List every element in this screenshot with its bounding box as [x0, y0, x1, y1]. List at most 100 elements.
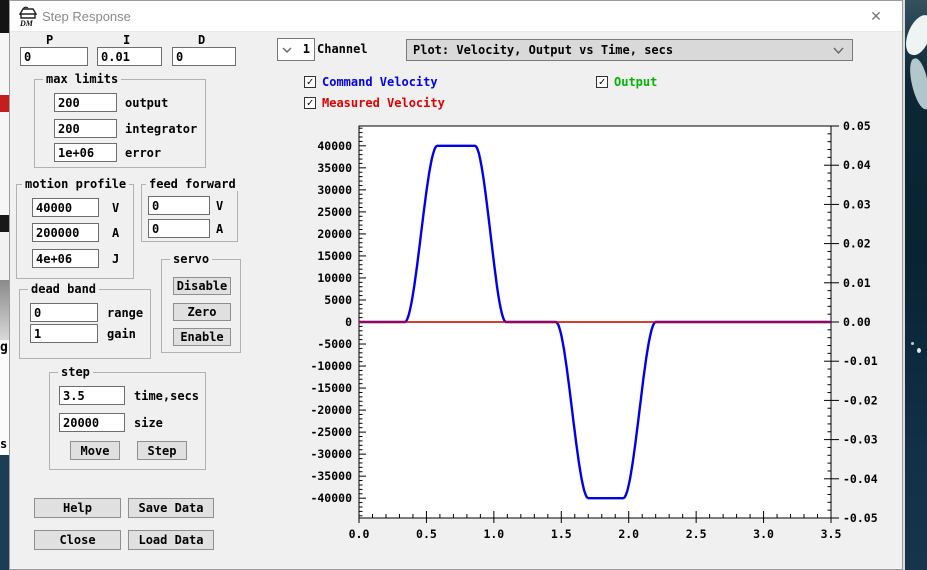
servo-title: servo: [170, 252, 212, 266]
y-left-tick-label: -5000: [317, 337, 352, 351]
dead-band-group: dead band range gain: [19, 289, 151, 359]
background-window-sliver: [0, 0, 9, 33]
window-title: Step Response: [42, 9, 131, 24]
deadband-range-input[interactable]: [30, 303, 98, 322]
max-limits-group: max limits output integrator error: [34, 79, 206, 168]
step-group: step time,secs size Move Step: [49, 372, 206, 470]
profile-v-label: V: [112, 201, 119, 215]
y-left-tick-label: 35000: [317, 161, 352, 175]
close-button[interactable]: Close: [34, 530, 121, 550]
y-right-tick-label: 0.03: [843, 197, 871, 211]
ff-a-input[interactable]: [148, 219, 210, 238]
y-right-tick-label: 0.00: [843, 315, 871, 329]
y-left-tick-label: -40000: [310, 491, 352, 505]
y-right-tick-label: 0.02: [843, 237, 871, 251]
x-tick-label: 0.0: [349, 527, 370, 541]
x-tick-label: 1.5: [551, 527, 572, 541]
help-button[interactable]: Help: [34, 498, 121, 518]
y-left-tick-label: -10000: [310, 359, 352, 373]
y-left-tick-label: 15000: [317, 249, 352, 263]
profile-j-input[interactable]: [32, 249, 99, 268]
y-left-tick-label: 40000: [317, 139, 352, 153]
y-left-tick-label: -35000: [310, 469, 352, 483]
servo-group: servo Disable Zero Enable: [161, 259, 241, 353]
background-window-sliver: [0, 112, 9, 215]
ff-v-input[interactable]: [148, 196, 210, 215]
servo-enable-button[interactable]: Enable: [173, 328, 231, 346]
output-checkbox[interactable]: ✓: [596, 76, 608, 88]
step-response-chart: -40000-35000-30000-25000-20000-15000-100…: [301, 116, 881, 546]
step-response-window: DM Step Response ✕ P I D max limits outp…: [9, 0, 903, 570]
max-error-label: error: [125, 146, 161, 160]
chevron-down-icon: [282, 47, 292, 54]
x-tick-label: 0.5: [416, 527, 437, 541]
x-tick-label: 1.0: [483, 527, 504, 541]
deadband-gain-label: gain: [107, 327, 136, 341]
y-left-tick-label: 25000: [317, 205, 352, 219]
x-tick-label: 2.5: [686, 527, 707, 541]
plot-type-select[interactable]: Plot: Velocity, Output vs Time, secs: [406, 39, 853, 61]
p-input[interactable]: [20, 47, 88, 66]
x-tick-label: 3.5: [821, 527, 842, 541]
y-right-tick-label: -0.04: [843, 472, 878, 486]
feed-forward-title: feed forward: [146, 177, 239, 191]
x-tick-label: 2.0: [618, 527, 639, 541]
y-right-tick-label: -0.02: [843, 393, 878, 407]
max-output-label: output: [125, 96, 168, 110]
i-input[interactable]: [97, 47, 162, 66]
desktop-wallpaper: [905, 0, 927, 570]
deadband-range-label: range: [107, 306, 143, 320]
y-right-tick-label: 0.05: [843, 119, 871, 133]
y-right-tick-label: -0.03: [843, 433, 878, 447]
command-velocity-label: Command Velocity: [322, 75, 438, 89]
background-window-sliver: [0, 215, 9, 232]
output-label: Output: [614, 75, 657, 89]
move-button[interactable]: Move: [70, 441, 120, 460]
x-tick-label: 3.0: [753, 527, 774, 541]
channel-value: 1: [303, 42, 310, 56]
background-window-sliver: [0, 280, 9, 340]
profile-a-input[interactable]: [32, 223, 99, 242]
max-error-input[interactable]: [54, 143, 117, 162]
ff-v-label: V: [216, 199, 223, 213]
channel-select[interactable]: 1: [277, 38, 315, 61]
max-integrator-input[interactable]: [54, 119, 117, 138]
y-right-tick-label: -0.05: [843, 511, 878, 525]
ff-a-label: A: [216, 222, 223, 236]
step-size-label: size: [134, 416, 163, 430]
step-button[interactable]: Step: [137, 441, 187, 460]
step-time-input[interactable]: [59, 386, 125, 405]
servo-disable-button[interactable]: Disable: [173, 277, 231, 295]
command-velocity-checkbox[interactable]: ✓: [304, 76, 316, 88]
deadband-gain-input[interactable]: [30, 324, 98, 343]
d-label: D: [198, 33, 205, 47]
motion-profile-group: motion profile V A J: [16, 184, 134, 279]
max-integrator-label: integrator: [125, 122, 197, 136]
profile-v-input[interactable]: [32, 198, 99, 217]
y-left-tick-label: 5000: [324, 293, 352, 307]
load-data-button[interactable]: Load Data: [128, 530, 214, 550]
y-left-tick-label: -15000: [310, 381, 352, 395]
profile-a-label: A: [112, 226, 119, 240]
servo-zero-button[interactable]: Zero: [173, 303, 231, 321]
app-icon: DM: [16, 4, 40, 28]
d-input[interactable]: [172, 47, 236, 66]
measured-velocity-label: Measured Velocity: [322, 96, 445, 110]
step-size-input[interactable]: [59, 413, 125, 432]
y-left-tick-label: -30000: [310, 447, 352, 461]
y-right-tick-label: -0.01: [843, 354, 878, 368]
motion-profile-title: motion profile: [22, 177, 129, 191]
max-output-input[interactable]: [54, 93, 117, 112]
y-right-tick-label: 0.01: [843, 276, 871, 290]
channel-label: Channel: [317, 42, 368, 56]
measured-velocity-checkbox[interactable]: ✓: [304, 97, 316, 109]
save-data-button[interactable]: Save Data: [128, 498, 214, 518]
profile-j-label: J: [112, 252, 119, 266]
y-left-tick-label: 0: [345, 315, 352, 329]
dead-band-title: dead band: [28, 282, 99, 296]
title-bar[interactable]: DM Step Response ✕: [10, 1, 902, 32]
close-window-button[interactable]: ✕: [858, 5, 894, 27]
svg-text:DM: DM: [19, 19, 34, 28]
y-left-tick-label: 20000: [317, 227, 352, 241]
y-left-tick-label: 10000: [317, 271, 352, 285]
